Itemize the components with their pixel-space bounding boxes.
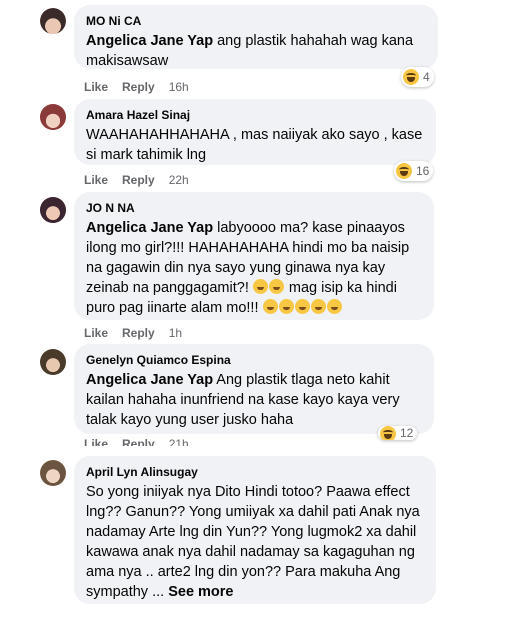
comment-actions: Like Reply 1h <box>84 325 196 341</box>
avatar[interactable] <box>40 8 66 34</box>
reaction-summary[interactable]: 16 <box>394 161 434 181</box>
grin-emoji-icon <box>268 279 284 294</box>
comment-text: Angelica Jane Yap labyoooo ma? kase pina… <box>86 220 410 316</box>
reply-button[interactable]: Reply <box>122 173 155 187</box>
rofl-emoji-icon <box>310 299 326 314</box>
timestamp[interactable]: 21h <box>169 437 189 446</box>
comment-bubble: April Lyn Alinsugay So yong iniiyak nya … <box>74 456 436 604</box>
comment-text: Angelica Jane Yap ang plastik hahahah wa… <box>86 33 414 69</box>
avatar[interactable] <box>40 104 66 130</box>
haha-reaction-icon <box>396 163 412 179</box>
reply-button[interactable]: Reply <box>122 80 155 94</box>
comment-bubble: Genelyn Quiamco Espina Angelica Jane Yap… <box>74 344 434 434</box>
like-button[interactable]: Like <box>84 326 108 340</box>
mention-link[interactable]: Angelica Jane Yap <box>86 220 213 236</box>
timestamp[interactable]: 22h <box>169 173 189 187</box>
comment-author[interactable]: MO Ni CA <box>86 13 426 29</box>
reply-button[interactable]: Reply <box>122 326 155 340</box>
like-button[interactable]: Like <box>84 437 108 446</box>
avatar[interactable] <box>40 460 66 486</box>
comment-author[interactable]: Amara Hazel Sinaj <box>86 107 424 123</box>
comment-text: Angelica Jane Yap Ang plastik tlaga neto… <box>86 372 400 428</box>
mention-link[interactable]: Angelica Jane Yap <box>86 372 213 388</box>
mention-link[interactable]: Angelica Jane Yap <box>86 33 213 49</box>
comment-actions: Like Reply 21h <box>84 436 203 446</box>
reaction-summary[interactable]: 12 <box>378 426 418 440</box>
timestamp[interactable]: 16h <box>169 80 189 94</box>
avatar[interactable] <box>40 197 66 223</box>
comment-bubble: MO Ni CA Angelica Jane Yap ang plastik h… <box>74 5 438 69</box>
rofl-emoji-icon <box>294 299 310 314</box>
comment-text: So yong iniiyak nya Dito Hindi totoo? Pa… <box>86 484 420 600</box>
comment-author[interactable]: JO N NA <box>86 200 422 216</box>
like-button[interactable]: Like <box>84 80 108 94</box>
comment-author[interactable]: April Lyn Alinsugay <box>86 464 424 480</box>
reply-button[interactable]: Reply <box>122 437 155 446</box>
like-button[interactable]: Like <box>84 173 108 187</box>
rofl-emoji-icon <box>278 299 294 314</box>
see-more-link[interactable]: See more <box>168 584 233 600</box>
reaction-count: 12 <box>400 426 414 440</box>
comment-bubble: Amara Hazel Sinaj WAAHAHAHHAHAHA , mas n… <box>74 99 436 165</box>
avatar[interactable] <box>40 349 66 375</box>
comment-author[interactable]: Genelyn Quiamco Espina <box>86 352 422 368</box>
reaction-summary[interactable]: 4 <box>401 67 434 87</box>
timestamp[interactable]: 1h <box>169 326 182 340</box>
comment-actions: Like Reply 16h <box>84 79 203 95</box>
haha-reaction-icon <box>380 426 396 440</box>
rofl-emoji-icon <box>326 299 342 314</box>
reaction-count: 4 <box>423 70 430 84</box>
grin-emoji-icon <box>262 299 278 314</box>
comment-bubble: JO N NA Angelica Jane Yap labyoooo ma? k… <box>74 192 434 320</box>
comment-actions: Like Reply 22h <box>84 172 203 188</box>
comment-text: WAAHAHAHHAHAHA , mas naiiyak ako sayo , … <box>86 127 423 163</box>
haha-reaction-icon <box>403 69 419 85</box>
reaction-count: 16 <box>416 164 430 178</box>
grin-emoji-icon <box>252 279 268 294</box>
